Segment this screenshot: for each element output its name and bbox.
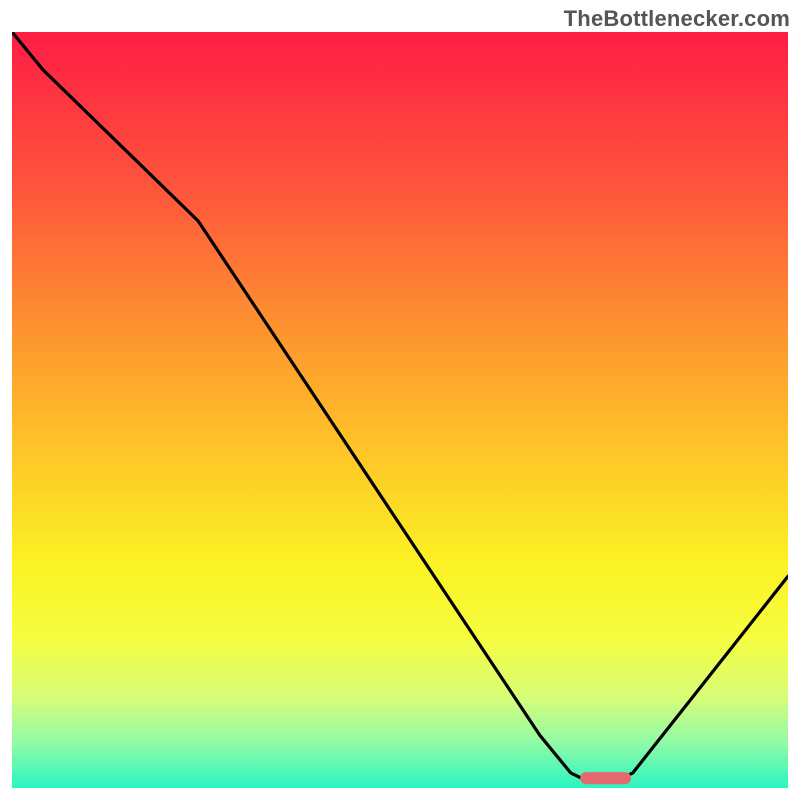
chart-container: TheBottlenecker.com bbox=[0, 0, 800, 800]
gradient-background bbox=[12, 32, 788, 788]
plot-area bbox=[12, 32, 788, 788]
watermark-text: TheBottlenecker.com bbox=[564, 6, 790, 32]
chart-svg bbox=[12, 32, 788, 788]
